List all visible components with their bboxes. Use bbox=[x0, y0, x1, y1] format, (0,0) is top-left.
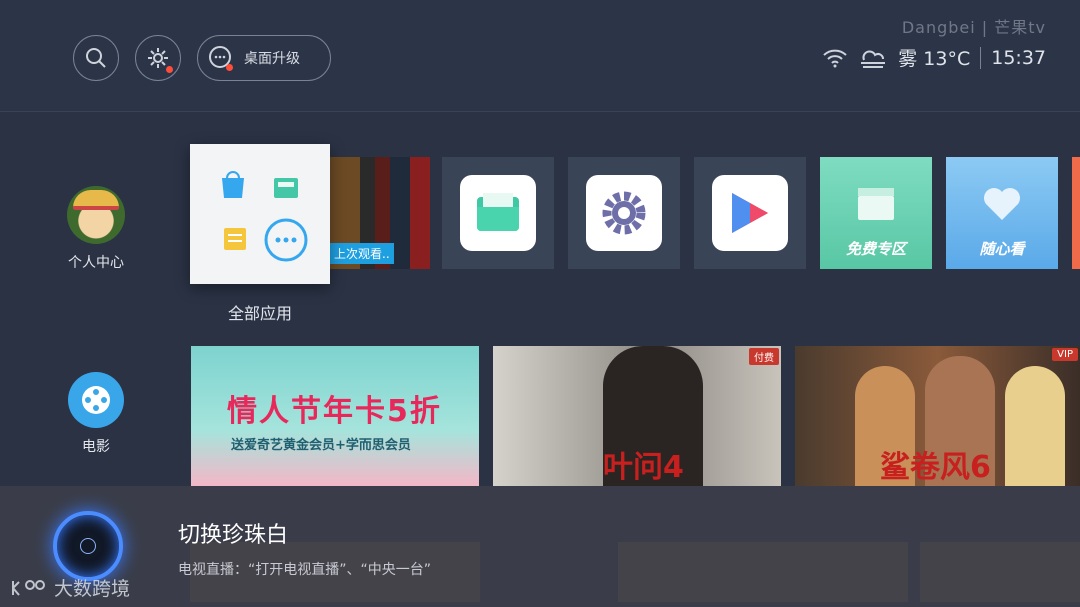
recent-caption: 上次观看.. bbox=[330, 243, 394, 264]
casual-watch-tile[interactable]: 随心看 bbox=[946, 157, 1058, 269]
sidebar-item-movie[interactable]: 电影 bbox=[55, 372, 137, 456]
all-apps-label: 全部应用 bbox=[227, 304, 292, 323]
status-divider bbox=[980, 46, 982, 69]
brand-logo: Dangbei | 芒果tv bbox=[901, 18, 1046, 37]
voice-command-hint: 电视直播：“打开电视直播”、“中央一台” bbox=[178, 562, 432, 578]
search-icon bbox=[86, 48, 106, 68]
background-tile bbox=[618, 542, 908, 602]
desktop-upgrade-label: 桌面升级 bbox=[244, 51, 300, 67]
file-manager-app[interactable] bbox=[442, 157, 554, 269]
folder-icon bbox=[460, 175, 536, 251]
background-tile bbox=[920, 542, 1080, 602]
desktop-upgrade-button[interactable]: 桌面升级 bbox=[197, 35, 331, 81]
search-button[interactable] bbox=[73, 35, 119, 81]
notification-dot bbox=[226, 64, 233, 71]
vip-badge: VIP bbox=[1052, 348, 1078, 361]
settings-app[interactable] bbox=[568, 157, 680, 269]
video-player-app[interactable] bbox=[694, 157, 806, 269]
actor-figure bbox=[1005, 366, 1065, 486]
casual-watch-label: 随心看 bbox=[979, 240, 1025, 258]
sidebar-item-label: 电影 bbox=[82, 439, 110, 455]
top-bar: 桌面升级 Dangbei | 芒果tv 雾 13°C 15:37 bbox=[0, 0, 1080, 112]
watermark-text: 大数跨境 bbox=[54, 578, 131, 600]
promo-banner[interactable]: 情人节年卡5折 送爱奇艺黄金会员+学而思会员 bbox=[191, 346, 479, 486]
notification-dot bbox=[166, 66, 173, 73]
partial-tile[interactable] bbox=[1072, 157, 1080, 269]
clock-time: 15:37 bbox=[991, 46, 1046, 69]
heart-icon bbox=[984, 188, 1020, 220]
wifi-icon bbox=[823, 49, 847, 67]
free-zone-label: 免费专区 bbox=[845, 240, 906, 258]
sidebar-item-label: 个人中心 bbox=[68, 255, 124, 271]
film-title: 叶问4 bbox=[603, 450, 684, 485]
free-zone-tile[interactable]: 免费专区 bbox=[820, 157, 932, 269]
clapperboard-icon bbox=[858, 188, 894, 220]
voice-mic-button[interactable] bbox=[53, 511, 123, 581]
weather-text: 雾 13°C bbox=[898, 48, 971, 70]
voice-assistant-panel bbox=[0, 486, 1080, 607]
settings-button[interactable] bbox=[135, 35, 181, 81]
paid-badge: 付费 bbox=[749, 348, 779, 365]
voice-indicator-icon bbox=[80, 538, 96, 554]
promo-subtitle: 送爱奇艺黄金会员+学而思会员 bbox=[231, 438, 411, 453]
play-icon bbox=[712, 175, 788, 251]
watermark: 大数跨境 bbox=[10, 574, 130, 601]
film-banner-ipman[interactable]: 付费 叶问4 bbox=[493, 346, 781, 486]
film-banner-sharknado[interactable]: VIP 鲨卷风6 bbox=[795, 346, 1080, 486]
status-area: 雾 13°C 15:37 bbox=[822, 44, 1046, 71]
fog-weather-icon bbox=[861, 49, 886, 68]
promo-title: 情人节年卡5折 bbox=[227, 394, 442, 429]
app-grid-icons bbox=[222, 171, 308, 262]
chat-icon bbox=[206, 44, 234, 72]
watermark-logo-icon bbox=[12, 579, 45, 596]
voice-command-title: 切换珍珠白 bbox=[178, 523, 289, 548]
gear-icon bbox=[586, 175, 662, 251]
sidebar-item-profile[interactable]: 个人中心 bbox=[55, 186, 137, 272]
avatar bbox=[67, 186, 125, 244]
all-apps-tile[interactable] bbox=[190, 144, 330, 284]
film-reel-icon bbox=[68, 372, 124, 428]
recent-posters-tile[interactable]: 上次观看.. bbox=[330, 157, 430, 269]
film-title: 鲨卷风6 bbox=[880, 450, 991, 485]
